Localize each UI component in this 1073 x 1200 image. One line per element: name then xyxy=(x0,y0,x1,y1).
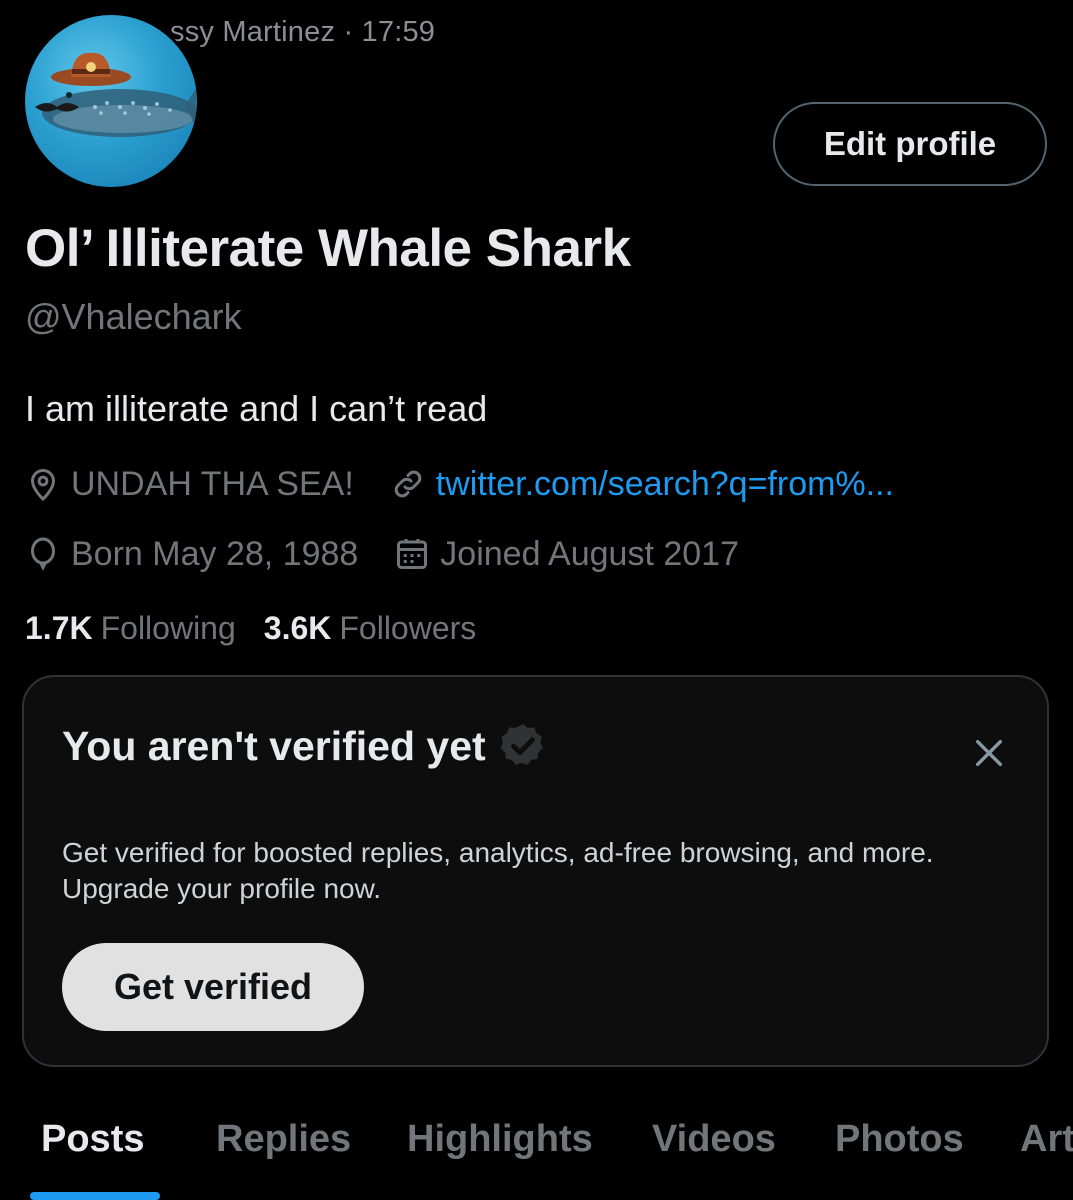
close-card-button[interactable] xyxy=(969,733,1009,773)
tab-posts[interactable]: Posts xyxy=(41,1118,144,1161)
followers-count: 3.6K xyxy=(263,610,332,646)
verification-title: You aren't verified yet xyxy=(62,722,486,769)
tab-articles[interactable]: Art xyxy=(1020,1118,1073,1161)
close-icon xyxy=(975,739,1003,767)
followers-stat[interactable]: 3.6K Followers xyxy=(264,610,477,647)
verified-badge-icon xyxy=(500,724,543,765)
get-verified-button[interactable]: Get verified xyxy=(62,943,364,1031)
top-context-line: ssy Martinez · 17:59 xyxy=(170,16,435,49)
context-author: ssy Martinez xyxy=(170,16,336,48)
context-time: · 17:59 xyxy=(343,16,436,48)
verification-prompt-card: You aren't verified yet Get verified for… xyxy=(22,675,1049,1067)
website-text[interactable]: twitter.com/search?q=from%... xyxy=(436,465,894,504)
following-label: Following xyxy=(100,610,236,646)
calendar-icon xyxy=(397,539,428,569)
follow-stats: 1.7K Following 3.6K Followers xyxy=(25,610,476,647)
profile-meta-row-1: UNDAH THA SEA! twitter.com/search?q=from… xyxy=(25,462,894,506)
tab-replies[interactable]: Replies xyxy=(216,1118,351,1161)
avatar[interactable] xyxy=(22,12,200,190)
following-stat[interactable]: 1.7K Following xyxy=(25,610,236,647)
location: UNDAH THA SEA! xyxy=(25,465,354,504)
bio: I am illiterate and I can’t read xyxy=(25,388,488,429)
location-pin-icon xyxy=(30,469,56,502)
birthday: Born May 28, 1988 xyxy=(25,535,358,574)
tab-highlights[interactable]: Highlights xyxy=(407,1118,593,1161)
following-count: 1.7K xyxy=(25,610,93,646)
followers-label: Followers xyxy=(339,610,477,646)
joined-date: Joined August 2017 xyxy=(394,535,739,574)
display-name: Ol’ Illiterate Whale Shark xyxy=(25,219,631,278)
link-icon xyxy=(394,470,422,498)
whale-shark-cowboy-avatar xyxy=(25,15,197,187)
profile-tabs: Posts Replies Highlights Videos Photos A… xyxy=(0,1110,1073,1200)
active-tab-indicator xyxy=(30,1192,160,1200)
website-link[interactable]: twitter.com/search?q=from%... xyxy=(390,465,894,504)
verification-description: Get verified for boosted replies, analyt… xyxy=(62,837,934,904)
profile-meta-row-2: Born May 28, 1988 Joined August 2017 xyxy=(25,532,739,576)
birthday-text: Born May 28, 1988 xyxy=(71,534,359,573)
tab-videos[interactable]: Videos xyxy=(652,1118,776,1161)
joined-text: Joined August 2017 xyxy=(440,534,739,573)
tab-photos[interactable]: Photos xyxy=(835,1118,964,1161)
verification-title-row: You aren't verified yet xyxy=(62,721,548,771)
user-handle: @Vhalechark xyxy=(25,296,242,337)
location-text: UNDAH THA SEA! xyxy=(71,464,354,503)
balloon-icon xyxy=(31,537,55,571)
profile-page: ssy Martinez · 17:59 Edit profile Ol’ Il… xyxy=(0,0,1073,1200)
edit-profile-button[interactable]: Edit profile xyxy=(773,102,1047,186)
